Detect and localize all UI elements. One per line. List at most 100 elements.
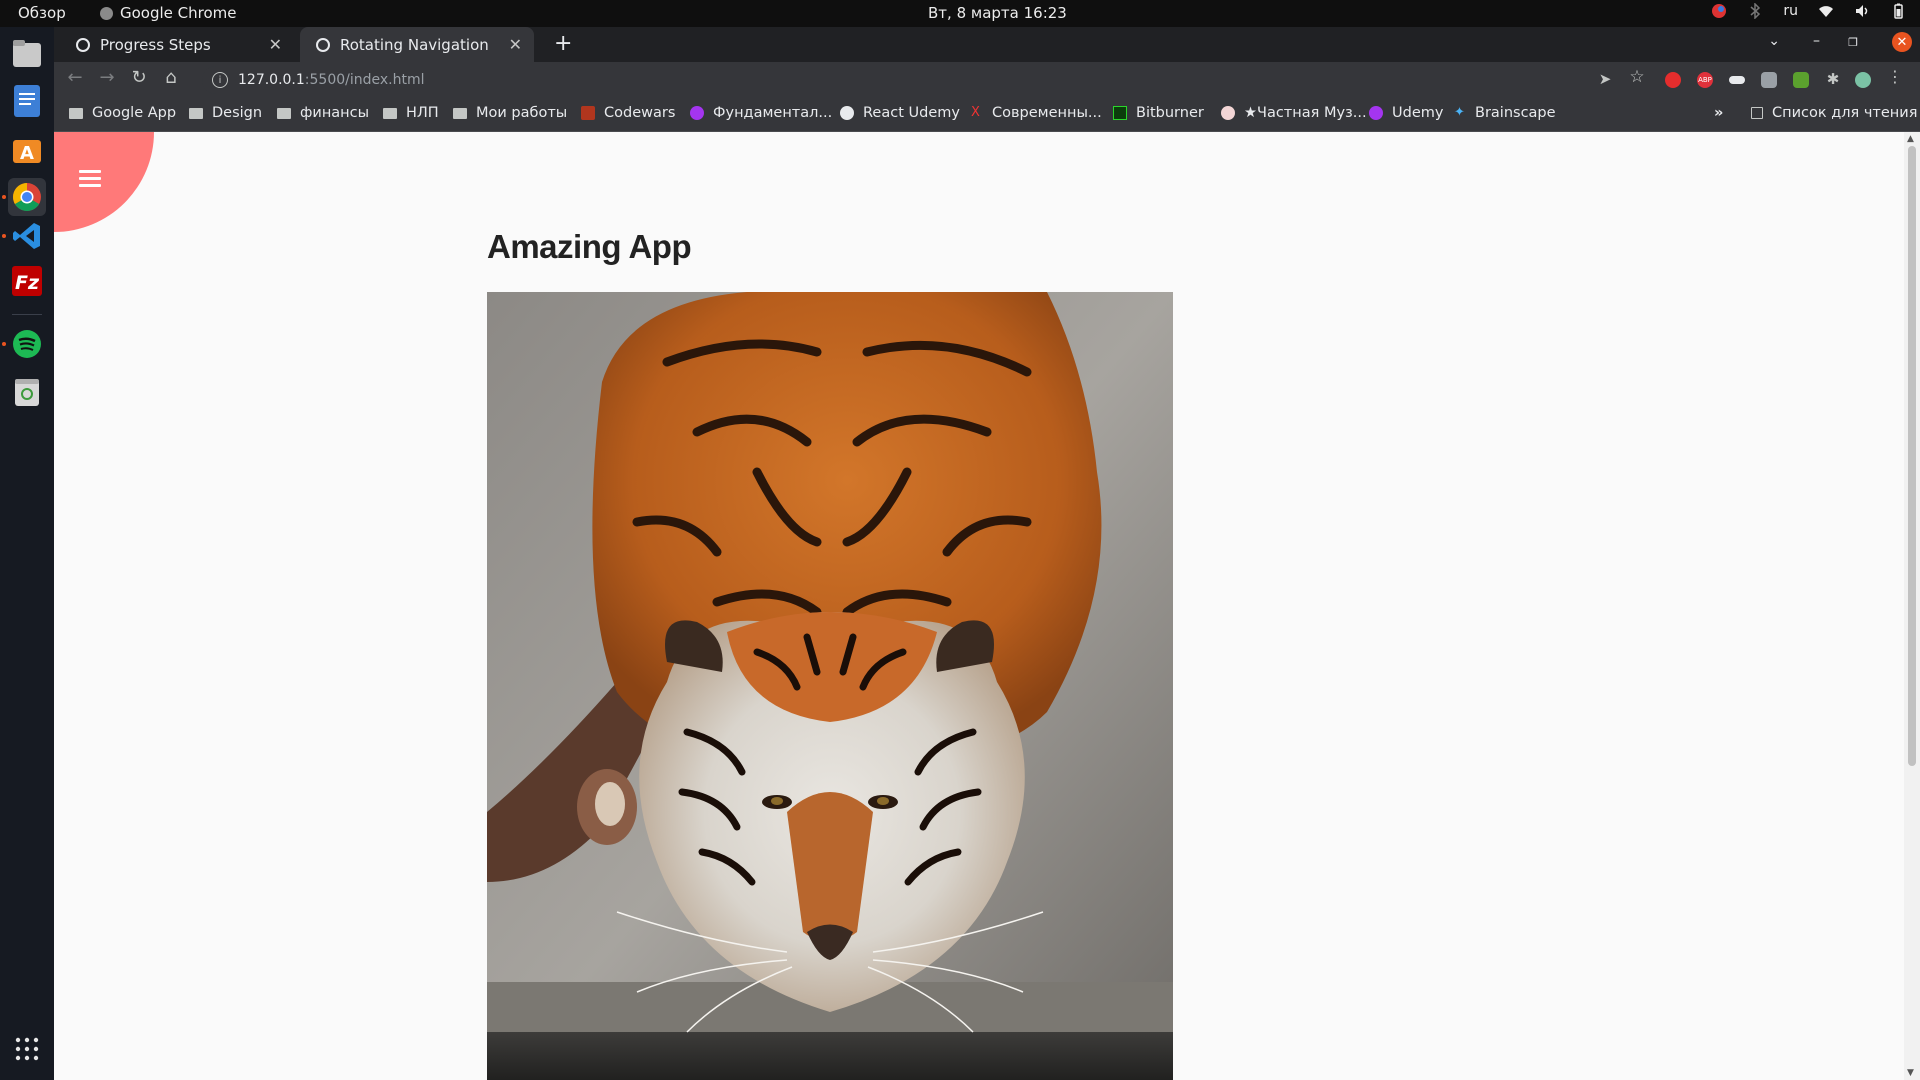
reading-list-label: Список для чтения — [1772, 105, 1918, 121]
close-tab-icon[interactable]: ✕ — [269, 35, 282, 54]
scroll-up-arrow[interactable]: ▲ — [1907, 134, 1914, 144]
text-editor-icon[interactable] — [8, 82, 46, 120]
send-icon[interactable]: ➤ — [1592, 70, 1618, 88]
bookmark-label: Udemy — [1392, 105, 1444, 121]
app-menu[interactable]: Google Chrome — [100, 4, 237, 22]
bookmark-my-works[interactable]: Мои работы — [453, 105, 567, 121]
system-tray[interactable]: ru — [1711, 3, 1906, 19]
record-icon[interactable] — [1711, 3, 1727, 19]
svg-text:A: A — [20, 143, 34, 164]
keyboard-layout[interactable]: ru — [1783, 3, 1798, 19]
bookmark-label: Современны... — [992, 105, 1102, 121]
activities-button[interactable]: Обзор — [18, 4, 66, 22]
vscode-icon[interactable] — [2, 217, 46, 255]
tab-strip: Progress Steps ✕ Rotating Navigation ✕ +… — [54, 27, 1920, 62]
minimize-button[interactable]: – — [1813, 33, 1820, 49]
bookmark-label: React Udemy — [863, 105, 960, 121]
bookmark-bitburner[interactable]: Bitburner — [1113, 105, 1204, 121]
extension-green-icon[interactable] — [1793, 72, 1809, 88]
bookmark-nlp[interactable]: НЛП — [383, 105, 439, 121]
extension-shield-icon[interactable] — [1665, 72, 1681, 88]
close-tab-icon[interactable]: ✕ — [509, 35, 522, 54]
folder-icon — [453, 107, 467, 119]
bookmark-label: Мои работы — [476, 105, 568, 121]
hamburger-menu-button[interactable] — [79, 168, 105, 190]
globe-icon — [316, 37, 330, 52]
running-indicator — [2, 342, 6, 346]
bookmarks-bar: Google App Design финансы НЛП Мои работы… — [54, 98, 1920, 132]
show-apps-icon[interactable] — [8, 1030, 46, 1068]
spotify-icon[interactable] — [2, 325, 46, 363]
wifi-icon[interactable] — [1818, 3, 1834, 19]
files-icon[interactable] — [8, 35, 46, 73]
scroll-thumb[interactable] — [1908, 146, 1916, 766]
yandex-icon: Х — [971, 105, 980, 120]
extension-grey-icon[interactable] — [1761, 72, 1777, 88]
site-info-icon[interactable]: i — [212, 72, 228, 88]
udemy-icon — [690, 106, 704, 120]
reload-button[interactable]: ↻ — [126, 67, 152, 88]
reading-list-icon — [1751, 107, 1763, 119]
system-top-bar: Обзор Google Chrome Вт, 8 марта 16:23 ru — [0, 0, 1920, 27]
close-window-button[interactable]: ✕ — [1892, 32, 1912, 52]
chrome-icon — [100, 6, 113, 20]
filezilla-icon[interactable]: Fz — [8, 262, 46, 300]
bookmark-label: ★Частная Муз... — [1244, 105, 1367, 121]
url-host: 127.0.0.1 — [238, 72, 305, 88]
bookmark-react-udemy[interactable]: React Udemy — [840, 105, 960, 121]
dock: A Fz — [0, 27, 54, 1080]
tab-search-icon[interactable]: ⌄ — [1768, 33, 1780, 49]
tiger-image — [487, 292, 1173, 1080]
clock[interactable]: Вт, 8 марта 16:23 — [928, 4, 1067, 22]
folder-icon — [383, 107, 397, 119]
tab-rotating-navigation[interactable]: Rotating Navigation ✕ — [300, 27, 534, 62]
extensions-puzzle-icon[interactable]: ✱ — [1820, 70, 1846, 88]
home-button[interactable]: ⌂ — [158, 67, 184, 88]
bluetooth-icon[interactable] — [1747, 3, 1763, 19]
chrome-dock-icon[interactable] — [2, 178, 46, 216]
trash-icon[interactable] — [8, 373, 46, 411]
adblock-icon[interactable]: ABP — [1697, 72, 1713, 88]
tab-title: Progress Steps — [100, 35, 211, 54]
folder-icon — [277, 107, 291, 119]
bookmark-label: Codewars — [604, 105, 676, 121]
folder-icon — [69, 107, 83, 119]
bitburner-icon — [1113, 106, 1127, 120]
bookmark-design[interactable]: Design — [189, 105, 262, 121]
more-bookmarks-button[interactable]: » — [1714, 105, 1723, 121]
bookmark-finance[interactable]: финансы — [277, 105, 369, 121]
back-button[interactable]: ← — [62, 67, 88, 88]
dock-separator — [12, 314, 42, 315]
battery-icon[interactable] — [1890, 3, 1906, 19]
bookmark-label: Brainscape — [1475, 105, 1556, 121]
music-icon — [1221, 106, 1235, 120]
menu-bar — [79, 177, 101, 180]
codewars-icon — [581, 106, 595, 120]
menu-kebab-icon[interactable]: ⋮ — [1882, 67, 1908, 86]
extension-cast-icon[interactable] — [1729, 76, 1745, 84]
new-tab-button[interactable]: + — [554, 31, 572, 56]
volume-icon[interactable] — [1854, 3, 1870, 19]
scroll-down-arrow[interactable]: ▼ — [1907, 1068, 1914, 1078]
tab-progress-steps[interactable]: Progress Steps ✕ — [60, 27, 294, 62]
bookmark-google-app[interactable]: Google App — [69, 105, 176, 121]
address-bar[interactable]: i 127.0.0.1:5500/index.html — [202, 66, 1702, 94]
bookmark-label: финансы — [300, 105, 370, 121]
bookmark-codewars[interactable]: Codewars — [581, 105, 675, 121]
folder-icon — [189, 107, 203, 119]
reading-list-button[interactable]: Список для чтения — [1751, 105, 1917, 121]
bookmark-udemy[interactable]: Udemy — [1369, 105, 1443, 121]
bookmark-fundamentals[interactable]: Фундаментал... — [690, 105, 832, 121]
profile-avatar[interactable] — [1855, 72, 1871, 88]
bookmark-star-icon[interactable]: ☆ — [1624, 67, 1650, 87]
forward-button[interactable]: → — [94, 67, 120, 88]
bookmark-label: НЛП — [406, 105, 439, 121]
maximize-button[interactable]: ❐ — [1848, 36, 1858, 49]
bookmark-brainscape[interactable]: ✦ Brainscape — [1454, 105, 1556, 121]
bookmark-private-music[interactable]: ★Частная Муз... — [1221, 105, 1367, 121]
bookmark-label: Bitburner — [1136, 105, 1204, 121]
software-center-icon[interactable]: A — [8, 130, 46, 168]
page-scrollbar[interactable]: ▲ ▼ — [1904, 132, 1920, 1080]
globe-icon — [76, 37, 90, 52]
bookmark-modern[interactable]: Х Современны... — [971, 105, 1102, 121]
